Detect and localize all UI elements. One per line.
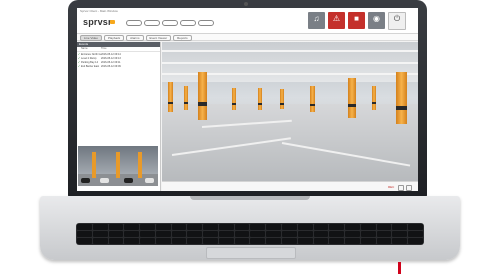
alarm-button[interactable]: ⚠ <box>328 12 345 29</box>
layout-button[interactable] <box>144 20 160 26</box>
live-video-view[interactable] <box>162 42 418 181</box>
layout-button[interactable] <box>198 20 214 26</box>
thumbnail-car <box>145 178 154 183</box>
thumbnail-car <box>124 178 133 183</box>
column-header-name[interactable]: Name <box>77 47 101 51</box>
event-time: 2016-05-12 09:13 <box>101 56 121 60</box>
tab-playback[interactable]: Playback <box>103 35 125 41</box>
parking-pillar <box>168 82 173 112</box>
power-icon: ⏻ <box>393 14 401 23</box>
event-time: 2016-05-12 09:09 <box>101 64 121 68</box>
camera-icon: ◉ <box>373 14 380 23</box>
camera-thumbnail[interactable] <box>78 146 158 186</box>
window-title: Sprvsr Client - Main Window <box>80 9 118 13</box>
main-tabs: Live Video Playback Alarms Event Viewer … <box>77 34 418 41</box>
status-bar: REC <box>162 181 418 191</box>
app-header: Sprvsr Client - Main Window sprvsr ♫ ⚠ ■… <box>77 8 418 34</box>
thumbnail-pillar <box>92 152 96 178</box>
view-layout-switcher <box>126 20 214 26</box>
speaker-button[interactable]: ♫ <box>308 12 325 29</box>
laptop-hinge <box>190 196 310 200</box>
tab-event-viewer[interactable]: Event Viewer <box>145 35 172 41</box>
tab-reports[interactable]: Reports <box>173 35 192 41</box>
tab-alarms[interactable]: Alarms <box>126 35 144 41</box>
event-list-panel: Events Name Time ✓ Entrance North Gate 2… <box>77 42 161 191</box>
trackpad <box>206 247 296 259</box>
parking-pillar <box>232 88 236 110</box>
parking-pillar <box>372 86 376 110</box>
speaker-icon: ♫ <box>313 14 320 23</box>
brand-mark <box>110 20 115 24</box>
parking-pillar <box>280 89 284 109</box>
recording-indicator: REC <box>388 185 395 189</box>
column-header-time[interactable]: Time <box>101 47 131 51</box>
brand-logo: sprvsr <box>83 17 112 27</box>
event-time: 2016-05-12 09:14 <box>101 52 121 56</box>
event-name: Parking Bay 14 <box>81 60 98 64</box>
red-marker-line <box>398 262 401 274</box>
thumbnail-pillar <box>116 152 120 178</box>
thumbnail-car <box>100 178 109 183</box>
toolbar-tiles: ♫ ⚠ ■ ◉ ⏻ <box>308 12 406 30</box>
webcam <box>244 2 248 6</box>
fullscreen-icon[interactable] <box>406 185 412 191</box>
lock-icon: ■ <box>354 14 359 23</box>
power-button[interactable]: ⏻ <box>388 12 406 30</box>
tab-live-video[interactable]: Live Video <box>80 35 102 41</box>
layout-button[interactable] <box>126 20 142 26</box>
lock-button[interactable]: ■ <box>348 12 365 29</box>
event-name: Level 2 Ramp <box>81 56 97 60</box>
thumbnail-pillar <box>138 152 142 178</box>
event-time: 2016-05-12 09:11 <box>101 60 121 64</box>
event-name: Exit Barrier East <box>81 64 100 68</box>
parking-pillar <box>348 78 356 118</box>
layout-button[interactable] <box>162 20 178 26</box>
ceiling-beam <box>162 62 418 64</box>
parking-pillar <box>198 72 207 120</box>
ceiling-beam <box>162 50 418 52</box>
event-name: Entrance North Gate <box>81 52 101 56</box>
alarm-icon: ⚠ <box>332 14 341 23</box>
laptop-base <box>40 196 460 260</box>
parking-pillar <box>258 88 262 110</box>
keyboard <box>76 223 424 245</box>
snapshot-icon[interactable] <box>398 185 404 191</box>
table-row[interactable]: ✓ Exit Barrier East 2016-05-12 09:09 <box>77 64 160 68</box>
parking-pillar <box>184 86 188 110</box>
parking-pillar <box>396 72 407 124</box>
thumbnail-car <box>81 178 90 183</box>
parking-pillar <box>310 86 315 112</box>
camera-button[interactable]: ◉ <box>368 12 385 29</box>
layout-button[interactable] <box>180 20 196 26</box>
laptop-lid: Sprvsr Client - Main Window sprvsr ♫ ⚠ ■… <box>68 0 427 197</box>
laptop-screen: Sprvsr Client - Main Window sprvsr ♫ ⚠ ■… <box>77 8 418 191</box>
